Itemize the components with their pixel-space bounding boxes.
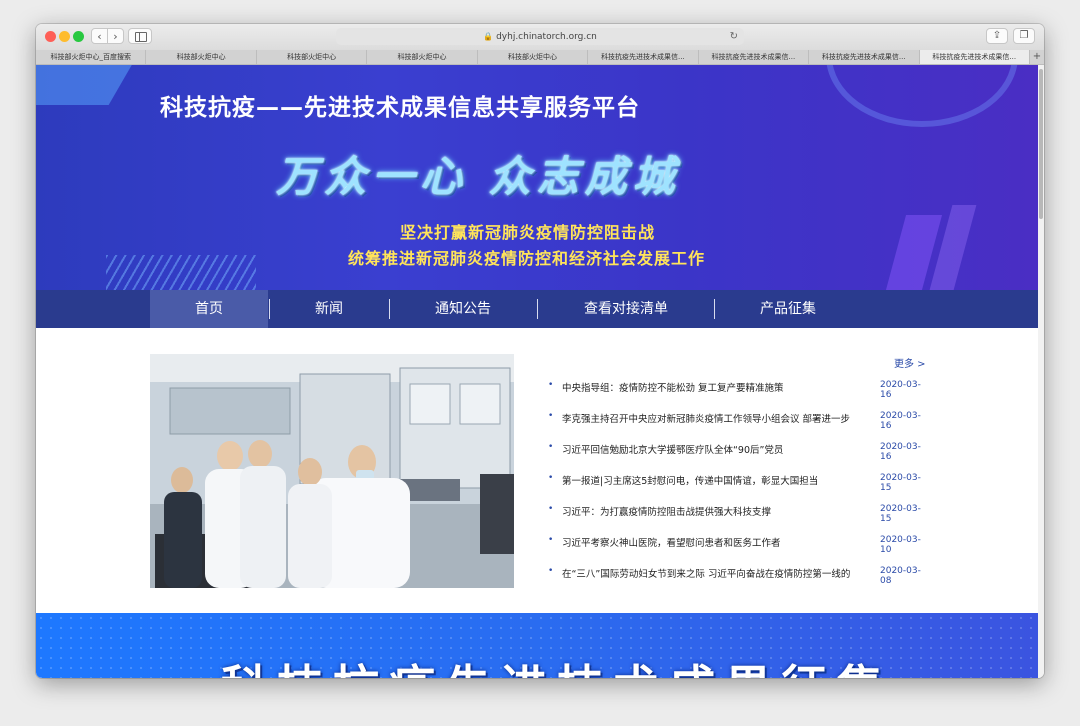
banner-decoration (106, 255, 256, 290)
reload-icon[interactable]: ↻ (730, 28, 738, 45)
header-banner: 科技抗疫——先进技术成果信息共享服务平台 万众一心 众志成城 坚决打赢新冠肺炎疫… (36, 65, 1038, 290)
browser-tab-active[interactable]: 科技抗疫先进技术成果信... (919, 50, 1030, 64)
site-title: 科技抗疫——先进技术成果信息共享服务平台 (160, 95, 640, 121)
more-news-link[interactable]: 更多 > (894, 355, 926, 370)
close-window-button[interactable] (45, 31, 56, 42)
forward-button[interactable]: › (107, 28, 124, 44)
news-item[interactable]: • 习近平回信勉励北京大学援鄂医疗队全体“90后”党员 2020-03-16 (548, 439, 928, 470)
new-tab-button[interactable]: + (1030, 50, 1044, 64)
banner-subtitle-1: 坚决打赢新冠肺炎疫情防控阻击战 (400, 223, 656, 242)
news-item[interactable]: • 在“三八”国际劳动妇女节到来之际 习近平向奋战在疫情防控第一线的 2020-… (548, 563, 928, 594)
nav-item-home[interactable]: 首页 (150, 290, 268, 328)
main-nav: 首页 新闻 通知公告 查看对接清单 产品征集 (36, 290, 1038, 328)
bullet-icon: • (548, 380, 554, 390)
tab-strip: 科技部火炬中心_百度搜索 科技部火炬中心 科技部火炬中心 科技部火炬中心 科技部… (36, 50, 1044, 65)
banner-decoration (826, 65, 1018, 127)
bullet-icon: • (548, 411, 554, 421)
back-icon: ‹ (97, 30, 102, 43)
nav-item-notices[interactable]: 通知公告 (390, 290, 536, 328)
news-date: 2020-03-15 (880, 504, 921, 524)
sidebar-icon (135, 32, 147, 42)
news-date: 2020-03-10 (880, 535, 921, 555)
show-tabs-button[interactable]: ❐ (1013, 28, 1035, 44)
news-title[interactable]: 中央指导组：疫情防控不能松劲 复工复产要精准施策 (562, 380, 874, 394)
banner-subtitle-2: 统筹推进新冠肺炎疫情防控和经济社会发展工作 (348, 249, 706, 268)
share-button[interactable]: ⇪ (986, 28, 1008, 44)
nav-item-products[interactable]: 产品征集 (715, 290, 861, 328)
collection-banner-title: 科技抗疫先进技术成果征集 (221, 651, 893, 678)
news-item[interactable]: • 第一报道|习主席这5封慰问电，传递中国情谊，彰显大国担当 2020-03-1… (548, 470, 928, 501)
bullet-icon: • (548, 473, 554, 483)
scrollbar[interactable] (1038, 65, 1044, 678)
browser-tab[interactable]: 科技抗疫先进技术成果信... (588, 50, 699, 64)
news-date: 2020-03-16 (880, 380, 921, 400)
news-title[interactable]: 李克强主持召开中央应对新冠肺炎疫情工作领导小组会议 部署进一步 (562, 411, 874, 425)
browser-tab[interactable]: 科技部火炬中心 (146, 50, 257, 64)
scrollbar-thumb[interactable] (1039, 69, 1043, 219)
title-bar: ‹ › 🔒 dyhj.chinatorch.org.cn ↻ ⇪ ❐ (36, 24, 1044, 51)
news-title[interactable]: 第一报道|习主席这5封慰问电，传递中国情谊，彰显大国担当 (562, 473, 874, 487)
collection-banner[interactable]: 科技抗疫先进技术成果征集 (36, 613, 1038, 678)
page-content: 科技抗疫——先进技术成果信息共享服务平台 万众一心 众志成城 坚决打赢新冠肺炎疫… (36, 65, 1038, 678)
bullet-icon: • (548, 535, 554, 545)
bullet-icon: • (548, 566, 554, 576)
news-item[interactable]: • 中央指导组：疫情防控不能松劲 复工复产要精准施策 2020-03-16 (548, 377, 928, 408)
nav-item-news[interactable]: 新闻 (270, 290, 388, 328)
browser-window: ‹ › 🔒 dyhj.chinatorch.org.cn ↻ ⇪ ❐ 科技部火炬中… (36, 24, 1044, 678)
lab-visit-photo (150, 354, 514, 588)
nav-item-matchlist[interactable]: 查看对接清单 (538, 290, 714, 328)
news-date: 2020-03-16 (880, 442, 921, 462)
browser-tab[interactable]: 科技抗疫先进技术成果信... (809, 50, 920, 64)
browser-tab[interactable]: 科技部火炬中心 (257, 50, 368, 64)
browser-tab[interactable]: 科技部火炬中心 (478, 50, 589, 64)
minimize-window-button[interactable] (59, 31, 70, 42)
bullet-icon: • (548, 504, 554, 514)
news-title[interactable]: 习近平考察火神山医院，看望慰问患者和医务工作者 (562, 535, 874, 549)
news-date: 2020-03-08 (880, 566, 921, 586)
news-title[interactable]: 习近平回信勉励北京大学援鄂医疗队全体“90后”党员 (562, 442, 874, 456)
news-list: • 中央指导组：疫情防控不能松劲 复工复产要精准施策 2020-03-16 • … (548, 377, 928, 594)
news-item[interactable]: • 习近平：为打赢疫情防控阻击战提供强大科技支撑 2020-03-15 (548, 501, 928, 532)
sidebar-toggle-button[interactable] (128, 28, 152, 44)
news-date: 2020-03-16 (880, 411, 921, 431)
news-title[interactable]: 习近平：为打赢疫情防控阻击战提供强大科技支撑 (562, 504, 874, 518)
address-bar[interactable]: 🔒 dyhj.chinatorch.org.cn ↻ (336, 28, 744, 45)
news-photo[interactable] (150, 354, 514, 588)
banner-decoration (36, 65, 144, 105)
browser-tab[interactable]: 科技部火炬中心 (367, 50, 478, 64)
forward-icon: › (113, 30, 118, 43)
browser-tab[interactable]: 科技部火炬中心_百度搜索 (36, 50, 147, 64)
url-text: dyhj.chinatorch.org.cn (496, 32, 597, 42)
news-item[interactable]: • 李克强主持召开中央应对新冠肺炎疫情工作领导小组会议 部署进一步 2020-0… (548, 408, 928, 439)
lock-icon: 🔒 (483, 32, 494, 41)
news-item[interactable]: • 习近平考察火神山医院，看望慰问患者和医务工作者 2020-03-10 (548, 532, 928, 563)
browser-tab[interactable]: 科技抗疫先进技术成果信... (699, 50, 810, 64)
news-title[interactable]: 在“三八”国际劳动妇女节到来之际 习近平向奋战在疫情防控第一线的 (562, 566, 874, 580)
bullet-icon: • (548, 442, 554, 452)
news-date: 2020-03-15 (880, 473, 921, 493)
banner-slogan: 万众一心 众志成城 (276, 152, 681, 201)
tabs-icon: ❐ (1019, 30, 1029, 41)
maximize-window-button[interactable] (73, 31, 84, 42)
share-icon: ⇪ (992, 30, 1002, 41)
back-button[interactable]: ‹ (91, 28, 108, 44)
